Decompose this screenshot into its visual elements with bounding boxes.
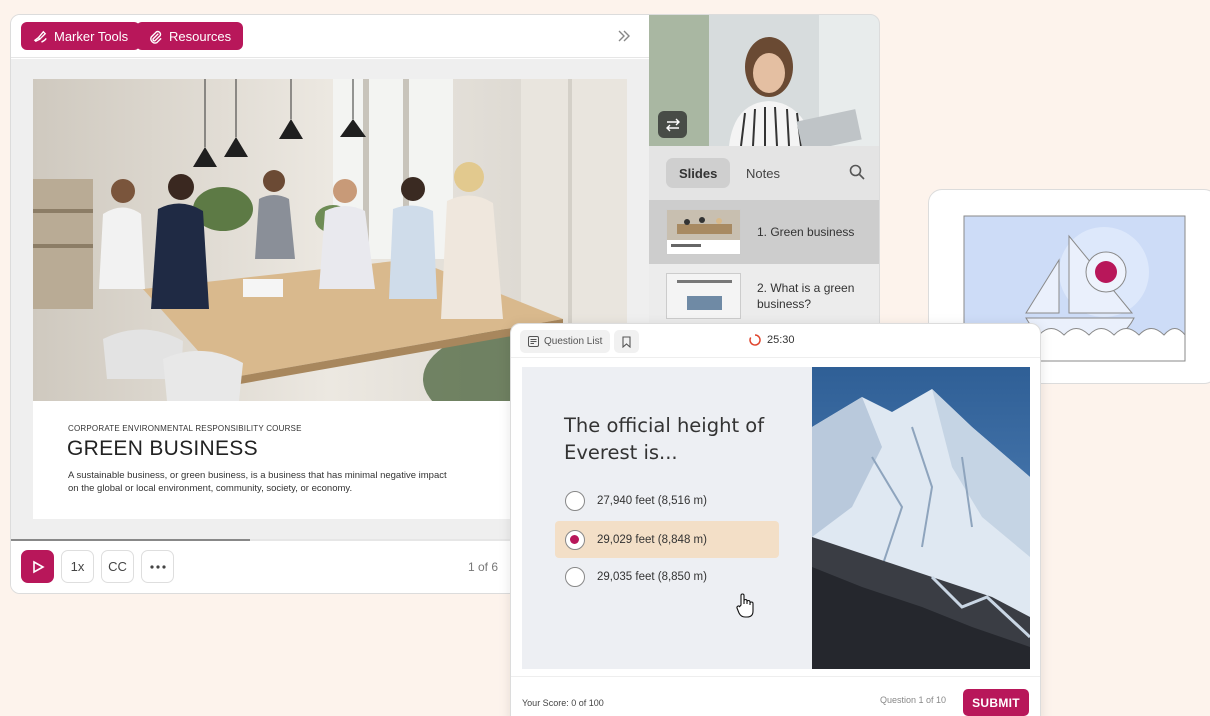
slide-list-item[interactable]: 1. Green business <box>649 200 879 264</box>
question-list-button[interactable]: Question List <box>520 330 611 353</box>
speed-button[interactable]: 1x <box>61 550 94 583</box>
slide-item-label: 2. What is a green business? <box>757 281 855 311</box>
timer-icon <box>749 334 761 346</box>
sidebar-tabs: Slides Notes <box>649 146 879 200</box>
marker-tools-label: Marker Tools <box>54 28 129 44</box>
quiz-toolbar: Question List 25:30 <box>511 324 1040 358</box>
tab-notes[interactable]: Notes <box>733 158 793 188</box>
more-icon <box>149 564 166 569</box>
slide-thumbnail <box>666 209 741 255</box>
collapse-icon[interactable] <box>613 25 635 47</box>
resources-button[interactable]: Resources <box>136 22 244 50</box>
bookmark-icon <box>622 335 631 348</box>
answer-label: 27,940 feet (8,516 m) <box>597 494 707 507</box>
timer-value: 25:30 <box>767 334 795 346</box>
tab-slides[interactable]: Slides <box>666 158 731 188</box>
swap-button[interactable] <box>658 111 687 138</box>
marker-tools-button[interactable]: Marker Tools <box>21 22 141 50</box>
list-icon <box>528 336 539 347</box>
page-counter: 1 of 6 <box>468 560 499 574</box>
quiz-footer: Your Score: 0 of 100 Question 1 of 10 SU… <box>511 676 1040 716</box>
quiz-card: Question List 25:30 The official height … <box>510 323 1041 716</box>
player-toolbar: Marker Tools Resources <box>11 15 649 58</box>
slide-body: A sustainable business, or green busines… <box>68 470 447 494</box>
radio-button[interactable] <box>565 566 585 587</box>
question-list-label: Question List <box>544 336 603 347</box>
score-text: Your Score: 0 of 100 <box>522 698 604 708</box>
quiz-timer: 25:30 <box>749 334 795 346</box>
question-text: The official height of Everest is... <box>564 414 765 464</box>
answer-option[interactable]: 27,940 feet (8,516 m) <box>555 482 779 519</box>
marker-icon <box>33 30 47 43</box>
captions-button[interactable]: CC <box>101 550 134 583</box>
radio-button[interactable] <box>565 490 585 511</box>
question-panel: The official height of Everest is... 27,… <box>522 367 812 669</box>
slide-kicker: CORPORATE ENVIRONMENTAL RESPONSIBILITY C… <box>68 424 302 433</box>
presenter-video <box>649 15 879 146</box>
search-icon[interactable] <box>849 164 865 185</box>
slide-thumbnail <box>666 273 741 319</box>
answer-option-selected[interactable]: 29,029 feet (8,848 m) <box>555 521 779 558</box>
submit-button[interactable]: SUBMIT <box>963 689 1029 716</box>
radio-button-selected[interactable] <box>565 529 585 550</box>
bookmark-button[interactable] <box>614 330 639 353</box>
slide-title: GREEN BUSINESS <box>67 437 258 460</box>
answer-label: 29,035 feet (8,850 m) <box>597 570 707 583</box>
answer-option[interactable]: 29,035 feet (8,850 m) <box>555 558 779 595</box>
question-counter: Question 1 of 10 <box>880 695 947 705</box>
resources-label: Resources <box>169 28 232 44</box>
play-icon <box>32 560 45 573</box>
mountain-photo <box>812 367 1030 669</box>
play-button[interactable] <box>21 550 54 583</box>
slide-item-label: 1. Green business <box>757 225 855 239</box>
paperclip-icon <box>150 30 162 44</box>
progress-fill <box>11 539 251 541</box>
answer-label: 29,029 feet (8,848 m) <box>597 533 707 546</box>
more-button[interactable] <box>141 550 174 583</box>
swap-icon <box>665 118 680 131</box>
slide-list-item[interactable]: 2. What is a green business? <box>649 264 879 328</box>
hand-cursor-icon <box>736 593 754 624</box>
